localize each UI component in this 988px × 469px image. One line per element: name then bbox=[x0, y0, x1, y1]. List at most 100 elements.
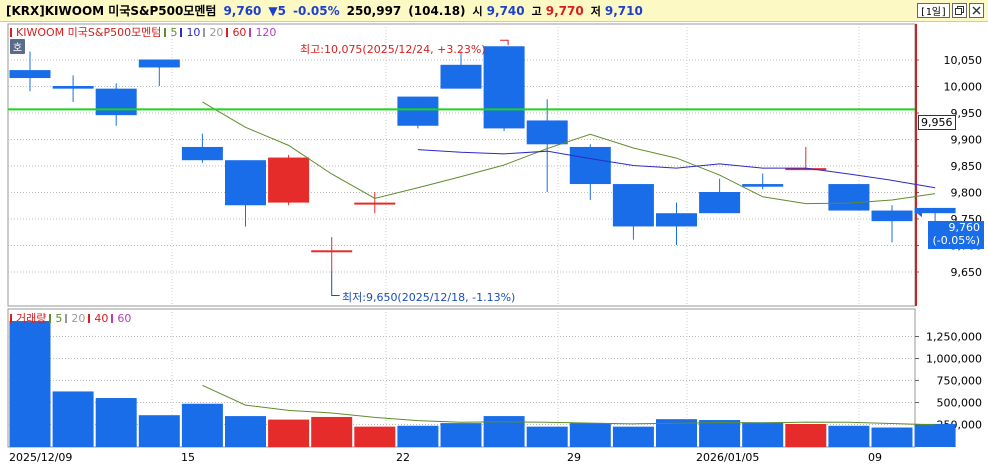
volume-bar[interactable] bbox=[785, 424, 827, 447]
title-bar: [KRX]KIWOOM 미국S&P500모멘텀 9,760 ▼5 -0.05% … bbox=[0, 0, 988, 22]
volume-bar[interactable] bbox=[828, 425, 870, 447]
vol-legend-ma20: 20 bbox=[71, 311, 86, 325]
price-legend: KIWOOM 미국S&P500모멘텀 5 10 20 60 120 bbox=[10, 25, 276, 39]
volume-tick-label: 750,000 bbox=[937, 375, 983, 388]
volume-tick-label: 500,000 bbox=[937, 397, 983, 410]
volume-bar[interactable] bbox=[354, 426, 396, 447]
candle-body[interactable] bbox=[9, 70, 51, 79]
legend-ma20-swatch bbox=[203, 27, 206, 37]
hoga-button[interactable]: 호 bbox=[10, 39, 25, 54]
volume-legend-marker-icon bbox=[10, 313, 12, 323]
legend-ma60: 60 bbox=[232, 25, 247, 39]
volume-tick-label: 1,000,000 bbox=[926, 353, 982, 366]
volume-bar[interactable] bbox=[871, 427, 913, 447]
legend-series-name: KIWOOM 미국S&P500모멘텀 bbox=[16, 26, 162, 39]
max-price-annotation: 최고:10,075(2025/12/24, +3.23%) bbox=[300, 43, 486, 56]
legend-ma60-swatch bbox=[226, 27, 229, 37]
volume-bar[interactable] bbox=[397, 425, 439, 447]
legend-ma10-swatch bbox=[180, 27, 183, 37]
volume-bar[interactable] bbox=[268, 419, 310, 447]
current-price-tag-change: (-0.05%) bbox=[932, 234, 981, 247]
volume-bar[interactable] bbox=[311, 416, 353, 447]
volume-bar[interactable] bbox=[612, 426, 654, 447]
candle-body[interactable] bbox=[699, 192, 741, 214]
min-price-annotation: 최저:9,650(2025/12/18, -1.13%) bbox=[342, 291, 516, 304]
candle-body[interactable] bbox=[311, 250, 353, 253]
volume-bar[interactable] bbox=[9, 321, 51, 447]
volume-bar[interactable] bbox=[742, 422, 784, 447]
price-chart-svg[interactable]: 9,6509,7009,7509,8009,8509,9009,95010,00… bbox=[0, 23, 988, 307]
candle-body[interactable] bbox=[397, 96, 439, 126]
current-price-tag: 9,760 (-0.05%) bbox=[928, 221, 984, 249]
price-tick-label: 9,650 bbox=[951, 266, 983, 279]
volume-bar[interactable] bbox=[440, 423, 482, 447]
candle-body[interactable] bbox=[526, 120, 568, 145]
open-label: 시 bbox=[472, 4, 483, 18]
volume-bar[interactable] bbox=[569, 423, 611, 447]
candle-body[interactable] bbox=[612, 184, 654, 227]
volume-bar[interactable] bbox=[181, 403, 223, 447]
candle-body[interactable] bbox=[52, 86, 94, 89]
volume-bar[interactable] bbox=[526, 426, 568, 447]
x-label-4: 2026/01/05 bbox=[696, 451, 760, 464]
price-tick-label: 9,850 bbox=[951, 160, 983, 173]
period-button[interactable]: [1일] bbox=[916, 3, 950, 18]
x-label-5: 09 bbox=[868, 451, 882, 464]
candle-body[interactable] bbox=[569, 146, 611, 185]
volume-legend-name: 거래량 bbox=[16, 312, 47, 325]
price-chart-panel[interactable]: 9,6509,7009,7509,8009,8509,9009,95010,00… bbox=[0, 23, 988, 307]
volume-legend: 거래량 5 20 40 60 bbox=[10, 311, 131, 325]
volume-chart-panel[interactable]: 250,000 500,000 750,000 1,000,000 1,250,000 … bbox=[0, 308, 988, 448]
window-controls: [1일] bbox=[916, 3, 984, 18]
volume-tick-label: 1,250,000 bbox=[926, 331, 982, 344]
volume-value: 250,997 bbox=[346, 3, 402, 18]
candle-body[interactable] bbox=[483, 46, 525, 129]
volume-bar[interactable] bbox=[914, 423, 956, 447]
vol-legend-ma5: 5 bbox=[55, 311, 63, 325]
volume-bar[interactable] bbox=[52, 391, 94, 447]
close-icon[interactable] bbox=[969, 3, 984, 18]
x-label-3: 29 bbox=[567, 451, 581, 464]
legend-ma120-swatch bbox=[249, 27, 252, 37]
volume-bar[interactable] bbox=[95, 398, 137, 447]
price-change-pct: -0.05% bbox=[292, 3, 340, 18]
volume-bar[interactable] bbox=[483, 416, 525, 447]
high-label: 고 bbox=[531, 4, 542, 18]
ticker-name: [KRX]KIWOOM 미국S&P500모멘텀 bbox=[6, 4, 217, 18]
candle-body[interactable] bbox=[871, 210, 913, 222]
candle-body[interactable] bbox=[742, 184, 784, 187]
open-price: 9,740 bbox=[486, 3, 525, 18]
x-label-1: 15 bbox=[181, 451, 195, 464]
current-price-tag-value: 9,760 bbox=[948, 221, 981, 234]
legend-marker-icon bbox=[10, 27, 12, 37]
candle-body[interactable] bbox=[440, 64, 482, 89]
candle-body[interactable] bbox=[95, 88, 137, 116]
volume-ratio: (104.18) bbox=[408, 3, 466, 18]
candle-body[interactable] bbox=[268, 157, 310, 203]
candle-body[interactable] bbox=[828, 184, 870, 211]
price-change: ▼5 bbox=[268, 3, 286, 18]
vol-legend-ma20-swatch bbox=[65, 313, 68, 323]
vol-legend-ma5-swatch bbox=[49, 313, 52, 323]
legend-ma5: 5 bbox=[170, 25, 178, 39]
volume-chart-svg[interactable]: 250,000500,000750,0001,000,0001,250,000 bbox=[0, 308, 988, 448]
high-price: 9,770 bbox=[545, 3, 584, 18]
low-price: 9,710 bbox=[604, 3, 643, 18]
vol-legend-ma40: 40 bbox=[94, 311, 109, 325]
volume-bar[interactable] bbox=[699, 420, 741, 447]
candle-body[interactable] bbox=[225, 160, 266, 206]
hline-value-label: 9,956 bbox=[918, 115, 956, 130]
x-axis: 2025/12/09 15 22 29 2026/01/05 09 bbox=[0, 449, 988, 469]
low-label: 저 bbox=[590, 4, 601, 18]
volume-bar[interactable] bbox=[138, 415, 180, 447]
vol-legend-ma60: 60 bbox=[117, 311, 132, 325]
candle-body[interactable] bbox=[354, 202, 396, 205]
restore-icon[interactable] bbox=[952, 3, 967, 18]
candle-body[interactable] bbox=[138, 59, 180, 68]
candle-body[interactable] bbox=[181, 146, 223, 161]
volume-bar[interactable] bbox=[225, 416, 266, 447]
x-label-2: 22 bbox=[396, 451, 410, 464]
candle-body[interactable] bbox=[656, 213, 697, 227]
current-price: 9,760 bbox=[223, 3, 262, 18]
x-label-0: 2025/12/09 bbox=[9, 451, 73, 464]
